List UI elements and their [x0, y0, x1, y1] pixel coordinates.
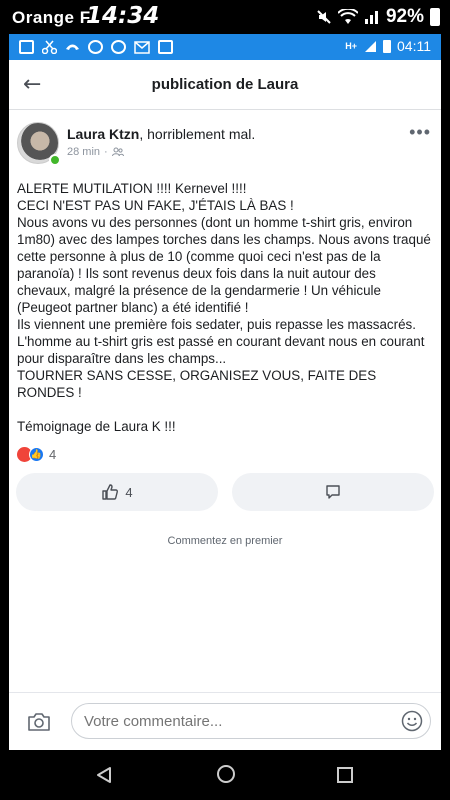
like-button[interactable]: 4 — [16, 473, 218, 511]
back-arrow-icon[interactable]: ← — [23, 72, 41, 97]
status-time: 14:34 — [86, 3, 160, 29]
outer-status-bar: Orange F 14:34 92% — [0, 0, 450, 34]
comment-icon — [326, 485, 340, 499]
nav-back-icon[interactable] — [95, 766, 113, 784]
inner-status-bar: H+ 04:11 — [9, 34, 441, 60]
reactions-summary[interactable]: 👍 4 — [9, 443, 441, 467]
scissors-icon — [42, 40, 57, 54]
camera-icon[interactable] — [27, 711, 51, 733]
like-count: 4 — [125, 484, 133, 500]
comment-first-prompt: Commentez en premier — [167, 535, 283, 547]
gmail-icon — [134, 40, 150, 54]
comment-input[interactable] — [71, 703, 431, 739]
post-author-line: Laura Ktzn, horriblement mal. — [67, 126, 255, 142]
comment-composer — [9, 692, 441, 750]
mute-icon — [317, 10, 331, 24]
post-header: Laura Ktzn, horriblement mal. 28 min · •… — [9, 110, 441, 170]
page-title: publication de Laura — [151, 76, 299, 93]
wifi-icon — [337, 9, 358, 24]
author-name[interactable]: Laura Ktzn — [67, 126, 139, 142]
online-indicator — [49, 154, 61, 166]
signal-icon — [364, 11, 378, 24]
reaction-count: 4 — [49, 447, 57, 462]
comment-button[interactable] — [232, 473, 434, 511]
messenger-icon — [111, 40, 126, 54]
app-bar: ← publication de Laura — [9, 60, 441, 110]
inner-signal-icon — [365, 40, 376, 52]
news-icon — [19, 40, 34, 54]
nav-recent-icon[interactable] — [336, 766, 354, 784]
post-time[interactable]: 28 min — [67, 146, 100, 158]
nav-home-icon[interactable] — [216, 764, 236, 784]
inner-battery-icon — [383, 39, 391, 53]
emoji-icon[interactable] — [401, 710, 423, 732]
battery-percent: 92% — [385, 6, 424, 27]
status-right-group: 92% — [316, 6, 440, 28]
post-actions: 4 — [9, 467, 441, 511]
chrome-icon — [88, 40, 103, 54]
android-nav-bar — [0, 750, 450, 800]
post-body-text: ALERTE MUTILATION !!!! Kernevel !!!! CEC… — [17, 181, 431, 434]
author-feeling: , horriblement mal. — [139, 126, 256, 142]
inner-system-icons: H+ 04:11 — [345, 38, 431, 54]
post-meta: 28 min · — [67, 146, 124, 158]
phone-frame: Orange F 14:34 92% H+ 04:11 ← publicatio… — [0, 0, 450, 800]
carrier-name: Orange F — [12, 8, 91, 27]
inner-time: 04:11 — [397, 38, 431, 54]
thumbs-up-icon — [102, 484, 119, 500]
call-icon — [66, 44, 79, 50]
network-type: H+ — [345, 41, 357, 51]
notification-icons — [19, 40, 173, 54]
like-reaction-icon: 👍 — [29, 447, 44, 462]
battery-icon — [430, 8, 440, 26]
more-options-icon[interactable]: ••• — [409, 122, 431, 143]
phone-icon — [158, 40, 173, 54]
screenshot-content: H+ 04:11 ← publication de Laura Laura Kt… — [9, 34, 441, 750]
friends-icon — [111, 147, 124, 157]
